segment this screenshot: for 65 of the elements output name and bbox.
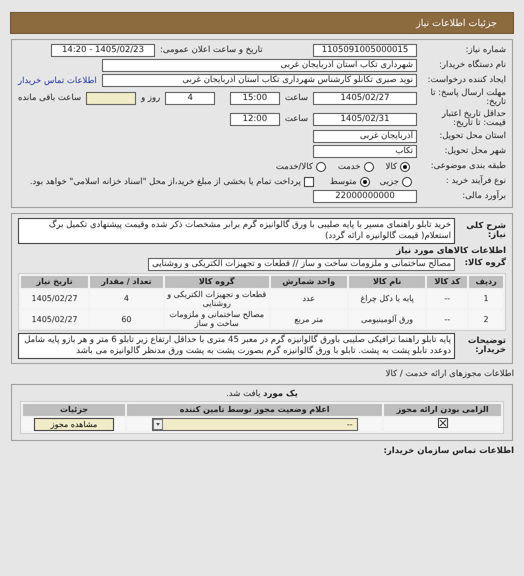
- treasury-checkbox[interactable]: پرداخت تمام یا بخشی از مبلغ خرید،از محل "اسناد خزانه اسلامی" خواهد بود.: [30, 176, 314, 187]
- field-label: طبقه بندی موضوعی:: [430, 162, 506, 172]
- field-label: تاریخ و ساعت اعلان عمومی:: [160, 46, 264, 56]
- input-field: 1405/02/31: [313, 112, 417, 126]
- field-label: شهر محل تحویل:: [443, 147, 506, 157]
- field-label: گروه کالا:: [464, 259, 506, 269]
- radio-option[interactable]: متوسط: [330, 176, 370, 187]
- column-header: تاریخ نیاز: [21, 276, 88, 288]
- input-field: 22000000000: [313, 190, 417, 204]
- field-label: حداقل تاریخ اعتبار قیمت: تا تاریخ:: [440, 110, 506, 128]
- field-label: برآورد مالی:: [461, 192, 506, 202]
- page-header: جزئیات اطلاعات نیاز: [10, 12, 514, 34]
- checkbox-icon[interactable]: [304, 176, 314, 187]
- input-field: 12:00: [230, 112, 280, 126]
- radio-icon[interactable]: [364, 162, 374, 172]
- input-field: مصالح ساختمانی و ملزومات ساخت و ساز // قطعات و تجهیزات الکتریکی و روشنایی: [148, 258, 455, 271]
- result-text: یک مورد یافت شد.: [225, 388, 299, 399]
- section-heading: اطلاعات مجوزهای ارائه خدمت / کالا: [384, 368, 514, 379]
- column-header: ردیف: [469, 276, 503, 288]
- table-cell: قطعات و تجهیزات الکتریکی و روشنایی: [164, 290, 269, 308]
- field-label: نام دستگاه خریدار:: [438, 60, 506, 70]
- radio-option[interactable]: کالا/خدمت: [276, 162, 326, 172]
- radio-icon[interactable]: [360, 176, 370, 187]
- input-field: 1405/02/23 - 14:20: [51, 44, 155, 57]
- notes-text: پایه تابلو راهنما ترافیکی صلیبی باورق گالوانیزه گرم در معبر 45 متری با حداقل ارتفاع زیر تابلو 6 متر و هر بازو پایه شامل دوعدد تابلو پشت به پشت. تابلو با ورق گالوانیزه گرم بصورت پشت به پشت ورق مدنظر گالوانیزه می باشد: [18, 333, 455, 359]
- field-label: ساعت: [284, 93, 308, 104]
- radio-icon[interactable]: [400, 162, 410, 172]
- field-label: نوع فرآیند خرید :: [444, 177, 506, 187]
- field-label: استان محل تحویل:: [438, 132, 506, 142]
- input-field: شهرداری تکاب استان اذربایجان غربی: [102, 59, 417, 72]
- field-label: ایجاد کننده درخواست:: [426, 76, 506, 86]
- field-label: مهلت ارسال پاسخ: تا تاریخ:: [430, 89, 506, 108]
- input-field: 4: [165, 92, 216, 105]
- field-label: ساعت: [284, 114, 308, 124]
- column-header: اعلام وضعیت مجوز توسط تامین کننده: [127, 404, 382, 416]
- description-text: خرید تابلو راهنمای مسیر با پایه صلیبی با ورق گالوانیزه گرم برابر مشخصات ذکر شده وقیمت پیشنهادی تکمیل برگ استعلام( قیمت گالوانیزه ارائه گردد): [18, 218, 455, 244]
- radio-icon[interactable]: [402, 176, 412, 187]
- radio-option[interactable]: کالا: [386, 162, 410, 172]
- column-header: الزامی بودن ارائه مجوز: [384, 404, 501, 416]
- input-field: 1405/02/27: [313, 92, 417, 105]
- column-header: تعداد / مقدار: [90, 276, 163, 288]
- column-header: کد کالا: [427, 276, 468, 288]
- view-permit-button[interactable]: مشاهده مجوز: [34, 418, 114, 431]
- field-label: شماره نیاز:: [464, 46, 506, 56]
- contact-link[interactable]: اطلاعات تماس خریدار: [18, 76, 97, 86]
- column-header: گروه کالا: [164, 276, 269, 288]
- field-label: ساعت باقی مانده: [18, 93, 82, 104]
- field-label: شرح کلی نیاز:: [465, 222, 506, 240]
- column-header: نام کالا: [348, 276, 426, 288]
- input-field: تکاب: [313, 145, 417, 158]
- radio-icon[interactable]: [316, 162, 326, 172]
- section-heading: اطلاعات تماس سازمان خریدار:: [382, 446, 514, 456]
- radio-option[interactable]: خدمت: [338, 162, 374, 172]
- field-label: روز و: [141, 93, 160, 104]
- section-heading: اطلاعات کالاهای مورد نیاز: [394, 246, 506, 256]
- radio-option[interactable]: جزیی: [380, 176, 412, 187]
- column-header: جزئیات: [23, 404, 126, 416]
- input-field: 1105091005000015: [313, 44, 417, 57]
- status-dropdown[interactable]: --: [152, 418, 358, 431]
- column-header: واحد شمارش: [270, 276, 347, 288]
- input-field: 15:00: [230, 92, 280, 105]
- input-field: نوید صبری تکانلو کارشناس شهرداری تکاب استان اذربایجان غربی: [102, 74, 417, 87]
- field-label: توضیحات خریدار:: [466, 336, 506, 356]
- input-field: آذربایجان غربی: [313, 130, 417, 144]
- input-field: [86, 92, 136, 105]
